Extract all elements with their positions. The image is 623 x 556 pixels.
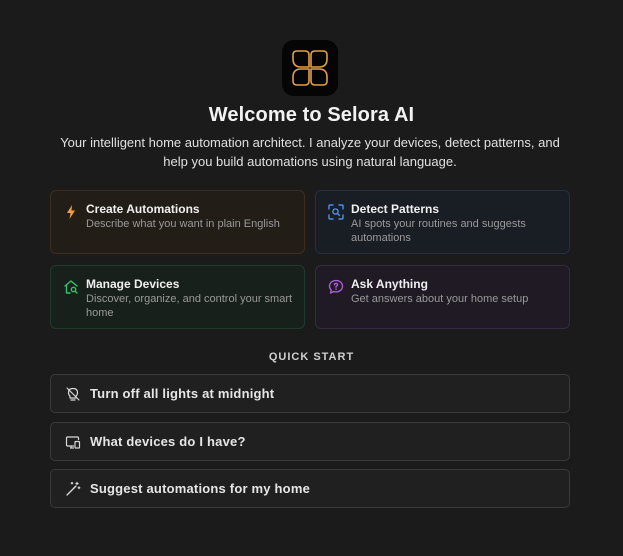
feature-card-create-automations[interactable]: Create Automations Describe what you wan… (50, 190, 305, 254)
quick-start-label: Turn off all lights at midnight (90, 386, 275, 401)
feature-title: Ask Anything (351, 277, 428, 291)
quick-start-suggest-automations-button[interactable]: Suggest automations for my home (50, 469, 570, 508)
quick-start-turn-off-lights-button[interactable]: Turn off all lights at midnight (50, 374, 570, 413)
feature-description: Get answers about your home setup (351, 293, 529, 305)
devices-icon (65, 435, 81, 449)
chat-question-icon (328, 279, 344, 294)
feature-title: Manage Devices (86, 277, 180, 291)
page-subtitle: Your intelligent home automation archite… (60, 135, 560, 169)
quick-start-what-devices-button[interactable]: What devices do I have? (50, 422, 570, 461)
feature-description: AI spots your routines and suggests auto… (351, 218, 526, 244)
feature-title: Create Automations (86, 202, 200, 216)
quick-start-label: What devices do I have? (90, 434, 246, 449)
feature-card-detect-patterns[interactable]: Detect Patterns AI spots your routines a… (315, 190, 570, 254)
feature-card-manage-devices[interactable]: Manage Devices Discover, organize, and c… (50, 265, 305, 329)
page-title: Welcome to Selora AI (208, 104, 415, 126)
feature-description: Describe what you want in plain English (86, 218, 280, 230)
selora-logo (282, 40, 338, 96)
lightning-icon (67, 205, 75, 219)
quick-start-heading: QUICK START (268, 351, 355, 363)
lightbulb-off-icon (66, 386, 80, 401)
welcome-page: Welcome to Selora AI Your intelligent ho… (0, 0, 623, 556)
quick-start-label: Suggest automations for my home (90, 481, 311, 496)
flower-logo-icon (292, 50, 328, 86)
feature-title: Detect Patterns (351, 202, 440, 216)
home-search-icon (64, 280, 78, 294)
scan-search-icon (328, 204, 344, 220)
feature-card-ask-anything[interactable]: Ask Anything Get answers about your home… (315, 265, 570, 329)
feature-description: Discover, organize, and control your sma… (86, 293, 293, 319)
magic-wand-icon (66, 481, 81, 496)
